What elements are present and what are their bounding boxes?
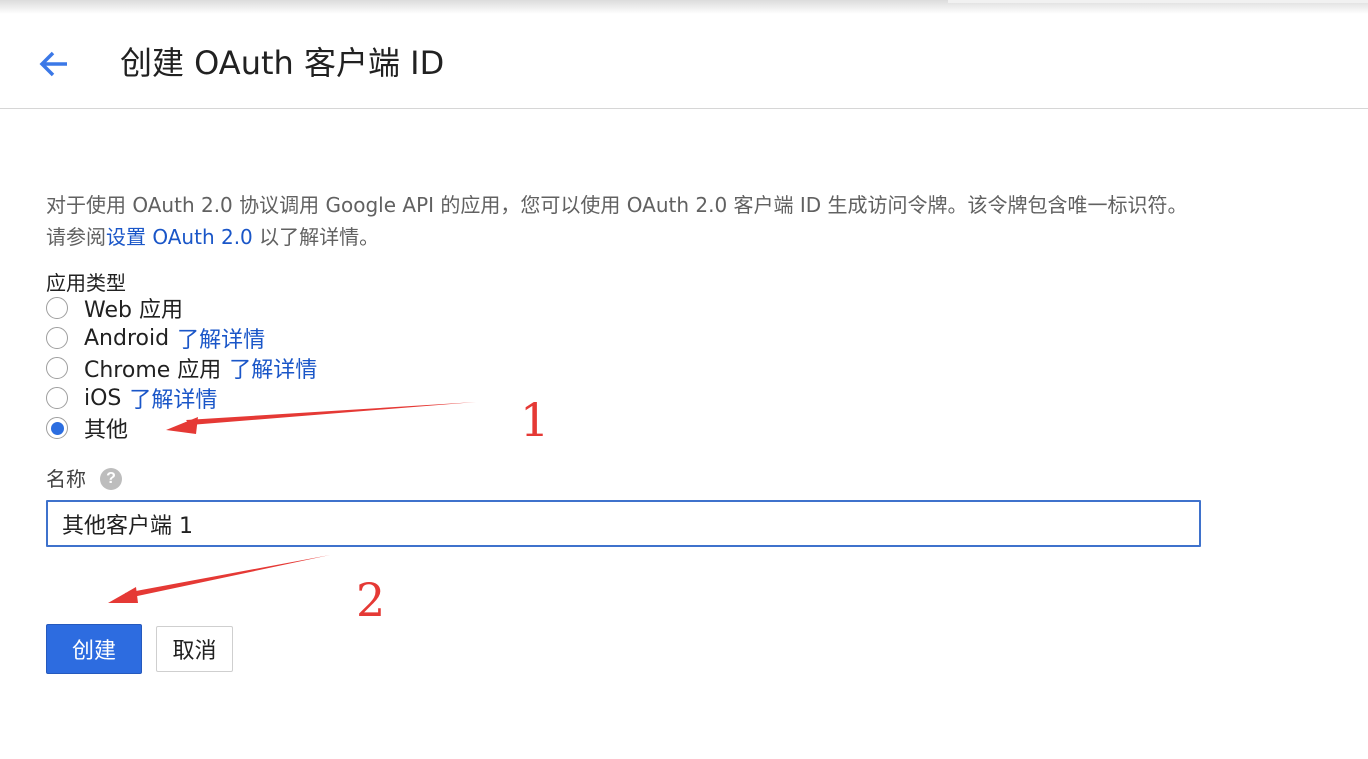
description: 对于使用 OAuth 2.0 协议调用 Google API 的应用，您可以使用… [46, 189, 1206, 253]
back-button[interactable] [34, 44, 74, 84]
cancel-button[interactable]: 取消 [156, 626, 233, 672]
radio-option-web[interactable]: Web 应用 [46, 293, 183, 323]
annotation-arrow-2 [108, 555, 330, 603]
radio-option-ios[interactable]: iOS 了解详情 [46, 383, 217, 413]
learn-more-link[interactable]: 了解详情 [177, 322, 265, 354]
radio-label: Chrome 应用 [84, 358, 222, 383]
radio-button[interactable] [46, 357, 68, 379]
header: 创建 OAuth 客户端 ID [0, 14, 1368, 109]
radio-button[interactable] [46, 327, 68, 349]
radio-label: Android [84, 325, 170, 351]
radio-button[interactable] [46, 387, 68, 409]
name-label: 名称 [46, 467, 86, 491]
name-label-row: 名称 ? [46, 466, 122, 492]
setup-oauth-link[interactable]: 设置 OAuth 2.0 [106, 225, 253, 249]
arrow-left-icon [39, 51, 67, 77]
name-input[interactable] [46, 500, 1201, 547]
top-shadow [0, 0, 1368, 14]
page-title: 创建 OAuth 客户端 ID [120, 44, 445, 82]
radio-label: Web 应用 [84, 298, 183, 323]
radio-dot [50, 421, 64, 435]
top-bar-line [948, 0, 1368, 3]
radio-button[interactable] [46, 297, 68, 319]
annotation-label-2: 2 [356, 573, 386, 627]
learn-more-link[interactable]: 了解详情 [229, 352, 317, 384]
learn-more-link[interactable]: 了解详情 [129, 382, 217, 414]
radio-option-other[interactable]: 其他 [46, 413, 128, 443]
radio-option-chrome[interactable]: Chrome 应用 了解详情 [46, 353, 317, 383]
create-button[interactable]: 创建 [46, 624, 142, 674]
radio-option-android[interactable]: Android 了解详情 [46, 323, 265, 353]
radio-label: iOS [84, 385, 122, 411]
description-suffix: 以了解详情。 [252, 225, 380, 249]
annotation-label-1: 1 [520, 393, 550, 447]
radio-label: 其他 [84, 418, 129, 443]
radio-button-selected[interactable] [46, 417, 68, 439]
help-icon[interactable]: ? [100, 468, 122, 490]
